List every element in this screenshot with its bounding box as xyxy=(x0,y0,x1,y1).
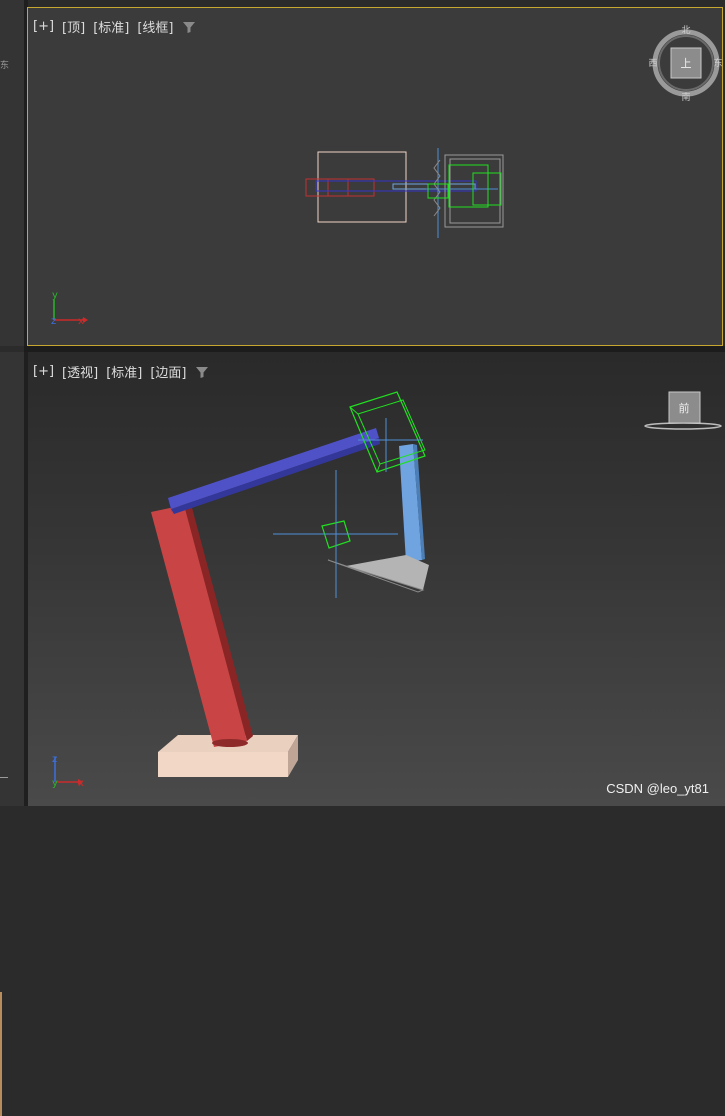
axis-y-label: y xyxy=(52,290,58,301)
compass-west: 西 xyxy=(648,58,657,69)
left-viewcube-letter: 东 xyxy=(0,61,10,71)
upper-arm[interactable] xyxy=(168,428,380,515)
perspective-viewport-label-bar: [+] [透视] [标准] [边面] xyxy=(33,362,209,381)
compass-east: 东 xyxy=(713,57,722,69)
viewport-point-of-view-menu[interactable]: [透视] xyxy=(62,362,98,381)
top-view-objects[interactable] xyxy=(305,148,504,238)
axis-x-label-persp: x xyxy=(78,778,84,789)
viewcube[interactable]: 上 北 南 东 西 xyxy=(648,25,722,103)
axis-z-label-persp: z xyxy=(52,754,57,765)
compass-south: 南 xyxy=(681,91,690,103)
compass-north: 北 xyxy=(681,25,690,36)
axis-y-label-persp: y xyxy=(52,778,58,789)
lower-arm[interactable] xyxy=(151,504,253,747)
hand-plate[interactable] xyxy=(327,555,429,593)
filter-icon[interactable] xyxy=(195,365,209,379)
axis-tripod-perspective: z y x xyxy=(52,754,84,789)
viewport-plus-menu[interactable]: [+] xyxy=(33,364,54,379)
viewcube-front-label: 前 xyxy=(679,401,690,415)
perspective-viewport[interactable]: 前 z y x [+] [透视] [标准] [边面] xyxy=(28,352,725,806)
left-viewport-strip-bottom[interactable] xyxy=(0,352,24,1116)
viewport-shading-standard-menu[interactable]: [标准] xyxy=(106,362,142,381)
helper-box-large[interactable] xyxy=(349,391,426,473)
watermark: CSDN @leo_yt81 xyxy=(606,781,709,796)
viewcube-face-label: 上 xyxy=(681,57,692,70)
forearm[interactable] xyxy=(399,444,425,562)
axis-x-label: x xyxy=(78,316,84,327)
helper-box-large xyxy=(448,164,489,208)
top-viewport[interactable]: [+] [顶] [标准] [线框] 上 北 南 东 西 y z x xyxy=(27,7,723,346)
left-viewport-strip-top[interactable]: 东 xyxy=(0,0,24,346)
viewport-display-mode-menu[interactable]: [边面] xyxy=(150,362,186,381)
top-viewport-scene: 上 北 南 东 西 y z x xyxy=(51,25,723,327)
viewcube-perspective[interactable]: 前 xyxy=(644,391,722,430)
axis-tripod-top: y z x xyxy=(51,290,88,327)
perspective-viewport-scene: 前 z y x xyxy=(52,391,722,789)
axis-z-label: z xyxy=(51,316,56,327)
left-object-edge xyxy=(0,992,2,1116)
left-grid-tick xyxy=(0,777,8,778)
